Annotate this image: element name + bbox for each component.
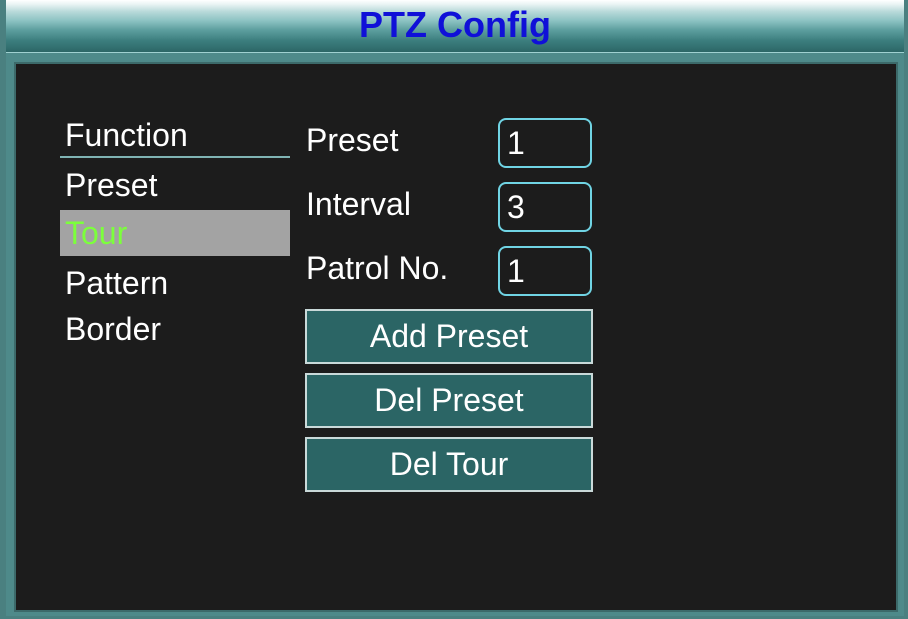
interval-label: Interval [306,186,411,222]
del-preset-button[interactable]: Del Preset [305,373,593,428]
menu-item-border[interactable]: Border [60,306,290,352]
function-menu-header: Function [60,112,290,158]
patrol-no-label: Patrol No. [306,250,449,286]
title-bar[interactable]: PTZ Config [6,0,904,52]
interval-input[interactable]: 3 [498,182,592,232]
preset-input[interactable]: 1 [498,118,592,168]
menu-item-tour[interactable]: Tour [60,210,290,256]
menu-item-preset[interactable]: Preset [60,162,290,208]
menu-item-pattern[interactable]: Pattern [60,260,290,306]
preset-label: Preset [306,122,399,158]
ptz-config-window: PTZ Config Function Preset Tour Pattern … [0,0,908,619]
add-preset-button[interactable]: Add Preset [305,309,593,364]
window-title: PTZ Config [359,4,551,45]
del-tour-button[interactable]: Del Tour [305,437,593,492]
patrol-no-input[interactable]: 1 [498,246,592,296]
